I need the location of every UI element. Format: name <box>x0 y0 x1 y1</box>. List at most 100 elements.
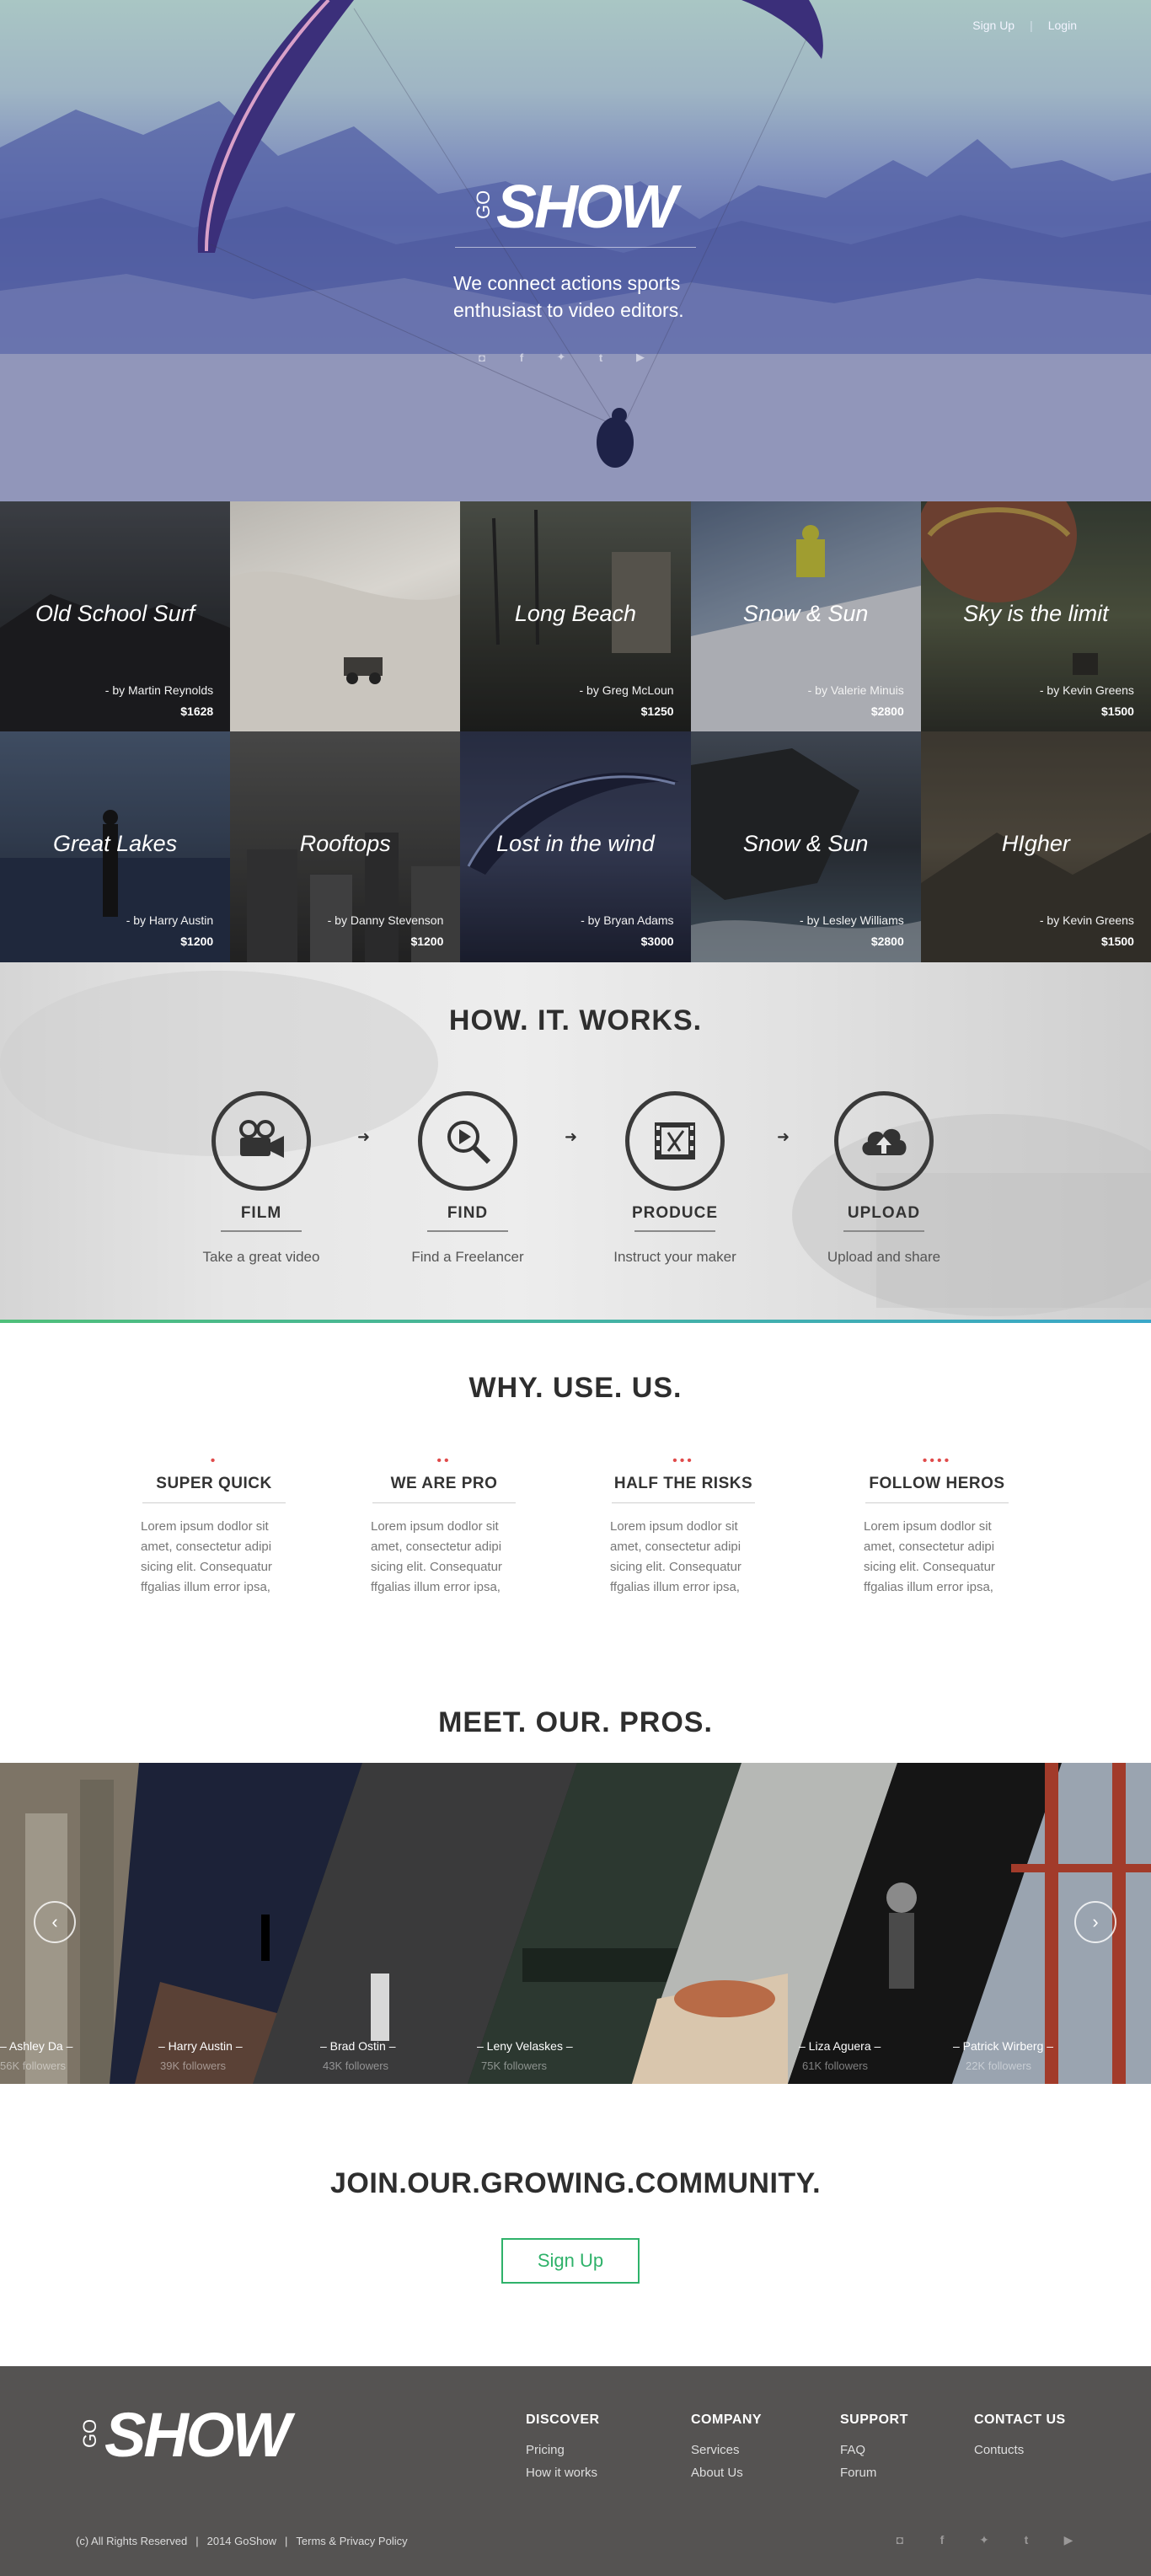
why-item-divider <box>372 1502 516 1503</box>
pro-name[interactable]: – Brad Ostin – <box>320 2039 396 2053</box>
rating-dots: ••• <box>672 1454 694 1468</box>
tile-title: Lost in the wind <box>496 831 655 856</box>
twitter-icon[interactable]: ✦ <box>553 349 570 366</box>
pros-title: MEET. OUR. PROS. <box>438 1706 713 1738</box>
hero-section: Sign Up | Login GO SHOW We connect actio… <box>0 0 1151 501</box>
section-accent-line <box>0 1320 1151 1323</box>
why-item-title: SUPER QUICK <box>156 1475 272 1492</box>
gallery-tile[interactable]: Snow & Sun - by Lesley Williams $2800 <box>690 731 921 962</box>
cloud-upload-icon <box>834 1091 934 1191</box>
gallery-tile[interactable]: Long Beach - by Greg McLoun $1250 <box>460 501 691 731</box>
logo-prefix: GO <box>79 2419 100 2448</box>
video-gallery: Old School Surf - by Martin Reynolds $16… <box>0 501 1151 962</box>
step-upload: UPLOAD Upload and share <box>800 1091 968 1266</box>
facebook-icon[interactable]: f <box>934 2531 950 2548</box>
signup-button[interactable]: Sign Up <box>501 2238 640 2284</box>
footer-logo[interactable]: GO SHOW <box>74 2404 302 2465</box>
footer-link-how-it-works[interactable]: How it works <box>526 2461 600 2484</box>
pro-name[interactable]: – Patrick Wirberg – <box>953 2039 1053 2053</box>
youtube-icon[interactable]: ▶ <box>632 349 649 366</box>
footer-col-support: SUPPORT FAQ Forum <box>840 2413 908 2484</box>
pro-name[interactable]: – Harry Austin – <box>158 2039 243 2053</box>
step-description: Take a great video <box>202 1249 320 1265</box>
copyright-year-brand: 2014 GoShow <box>206 2535 277 2547</box>
footer-link-services[interactable]: Services <box>691 2439 762 2461</box>
tile-price: $2800 <box>870 704 904 718</box>
gallery-tile[interactable]: Great Lakes - by Harry Austin $1200 <box>0 731 231 962</box>
step-label: UPLOAD <box>847 1204 921 1222</box>
facebook-icon[interactable]: f <box>513 349 530 366</box>
gallery-tile[interactable]: Sky is the limit - by Kevin Greens $1500 <box>920 501 1151 731</box>
goshow-logo[interactable]: GO SHOW <box>466 177 685 236</box>
step-description: Find a Freelancer <box>411 1249 524 1265</box>
gallery-tile[interactable]: Snow & Sun - by Valerie Minuis $2800 <box>690 501 921 731</box>
step-produce: PRODUCE Instruct your maker <box>591 1091 759 1266</box>
hero-tagline: We connect actions sports enthusiast to … <box>453 272 684 321</box>
nav-separator: | <box>1030 19 1033 32</box>
tile-price: $2800 <box>870 935 904 948</box>
tile-title: Long Beach <box>514 601 637 626</box>
footer-link-forum[interactable]: Forum <box>840 2461 908 2484</box>
tile-title: Snow & Sun <box>742 601 869 626</box>
tile-title: Old School Surf <box>35 601 195 626</box>
film-strip-edit-icon <box>625 1091 725 1191</box>
tumblr-icon[interactable]: t <box>1018 2531 1035 2548</box>
carousel-prev-button[interactable]: ‹ <box>34 1901 76 1943</box>
tile-title: Great Lakes <box>53 831 178 856</box>
login-link[interactable]: Login <box>1048 19 1077 32</box>
tile-author: - by Kevin Greens <box>1039 683 1134 697</box>
arrow-right-icon: ➜ <box>565 1128 578 1145</box>
footer-social-icons: ◘ f ✦ t ▶ <box>891 2531 1077 2548</box>
tile-author: - by Martin Reynolds <box>104 683 214 697</box>
tile-price: $1500 <box>1101 704 1134 718</box>
tile-image <box>230 571 461 731</box>
why-item-quick: • SUPER QUICK Lorem ipsum dodlor sit ame… <box>134 1454 294 1598</box>
pro-name[interactable]: – Ashley Da – <box>0 2039 72 2053</box>
film-camera-icon <box>211 1091 311 1191</box>
carousel-next-button[interactable]: › <box>1074 1901 1116 1943</box>
signup-link[interactable]: Sign Up <box>972 19 1014 32</box>
tile-price: $1200 <box>410 935 444 948</box>
arrow-right-icon: ➜ <box>357 1128 371 1145</box>
instagram-icon[interactable]: ◘ <box>891 2531 908 2548</box>
footer-heading: CONTACT US <box>974 2413 1066 2427</box>
why-item-body: Lorem ipsum dodlor sit amet, consectetur… <box>864 1519 995 1594</box>
gallery-tile[interactable]: HIgher - by Kevin Greens $1500 <box>920 731 1151 962</box>
gallery-tile[interactable]: Old School Surf - by Martin Reynolds $16… <box>0 501 231 731</box>
footer: GO SHOW DISCOVER Pricing How it works CO… <box>0 2366 1151 2576</box>
pro-followers: 22K followers <box>966 2059 1032 2072</box>
why-item-heros: •••• FOLLOW HEROS Lorem ipsum dodlor sit… <box>857 1454 1017 1598</box>
footer-link-contacts[interactable]: Contucts <box>974 2439 1066 2461</box>
pro-name[interactable]: – Liza Aguera – <box>799 2039 881 2053</box>
step-description: Instruct your maker <box>613 1249 736 1265</box>
tile-price: $1250 <box>640 704 674 718</box>
gallery-tile[interactable] <box>230 501 461 731</box>
tile-author: - by Bryan Adams <box>581 913 674 927</box>
how-it-works-section: HOW. IT. WORKS. FILM Take a great video … <box>0 962 1151 1323</box>
why-item-divider <box>142 1502 286 1503</box>
footer-link-pricing[interactable]: Pricing <box>526 2439 600 2461</box>
footer-link-about[interactable]: About Us <box>691 2461 762 2484</box>
pro-name[interactable]: – Leny Velaskes – <box>477 2039 573 2053</box>
twitter-icon[interactable]: ✦ <box>976 2531 993 2548</box>
step-label: FIND <box>447 1204 489 1222</box>
footer-col-discover: DISCOVER Pricing How it works <box>526 2413 600 2484</box>
tile-title: Sky is the limit <box>963 601 1109 626</box>
tile-price: $1628 <box>180 704 214 718</box>
step-divider <box>427 1230 508 1232</box>
youtube-icon[interactable]: ▶ <box>1060 2531 1077 2548</box>
gallery-tile[interactable]: Lost in the wind - by Bryan Adams $3000 <box>460 731 691 962</box>
footer-heading: SUPPORT <box>840 2413 908 2427</box>
tile-price: $3000 <box>640 935 674 948</box>
instagram-icon[interactable]: ◘ <box>474 349 490 366</box>
why-item-body: Lorem ipsum dodlor sit amet, consectetur… <box>371 1519 502 1594</box>
how-title: HOW. IT. WORKS. <box>448 1004 703 1036</box>
tumblr-icon[interactable]: t <box>592 349 609 366</box>
footer-link-faq[interactable]: FAQ <box>840 2439 908 2461</box>
gallery-tile[interactable]: Rooftops - by Danny Stevenson $1200 <box>230 731 461 962</box>
pro-followers: 75K followers <box>481 2059 548 2072</box>
step-film: FILM Take a great video <box>177 1091 345 1266</box>
terms-link[interactable]: Terms & Privacy Policy <box>296 2535 407 2547</box>
hero-social-icons: ◘ f ✦ t ▶ <box>474 349 649 366</box>
why-item-body: Lorem ipsum dodlor sit amet, consectetur… <box>610 1519 741 1594</box>
